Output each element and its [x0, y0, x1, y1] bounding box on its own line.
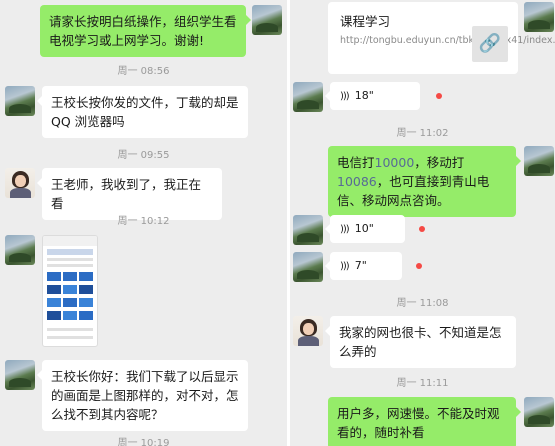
voice-message[interactable]: ))) 18": [325, 82, 420, 110]
avatar-contact[interactable]: [293, 316, 323, 346]
avatar-self[interactable]: [524, 2, 554, 32]
avatar-contact[interactable]: [5, 86, 35, 116]
timestamp: 周一 10:19: [117, 438, 170, 446]
screenshot-image-message[interactable]: [42, 235, 98, 347]
outgoing-message[interactable]: 请家长按明白纸操作，组织学生看电视学习或上网学习。谢谢!: [40, 5, 251, 57]
outgoing-message[interactable]: 用户多，网速慢。不能及时观看的，随时补看: [328, 397, 521, 446]
avatar-self[interactable]: [524, 146, 554, 176]
outgoing-message[interactable]: 电信打10000，移动打10086，也可直接到青山电信、移动网点咨询。: [328, 146, 521, 217]
voice-wave-icon: ))): [340, 261, 350, 272]
voice-wave-icon: ))): [340, 224, 350, 235]
voice-wave-icon: ))): [340, 91, 350, 102]
avatar-contact[interactable]: [5, 235, 35, 265]
message-text: 电信打: [337, 155, 375, 170]
voice-duration: 7": [354, 259, 367, 272]
phone-number-link[interactable]: 10086: [337, 174, 377, 189]
link-icon: 🔗: [472, 26, 508, 62]
avatar-contact[interactable]: [5, 360, 35, 390]
link-card-url: http://tongbu.eduyun.cn/tbkt/tbktxx41/in…: [340, 35, 555, 46]
timestamp: 周一 11:11: [396, 378, 449, 389]
timestamp: 周一 11:02: [396, 128, 449, 139]
timestamp: 周一 08:56: [117, 66, 170, 77]
voice-message[interactable]: ))) 7": [325, 252, 402, 280]
avatar-self[interactable]: [524, 397, 554, 427]
avatar-contact[interactable]: [5, 168, 35, 198]
unread-dot-icon: [419, 226, 425, 232]
incoming-message[interactable]: 王校长你好：我们下载了以后显示的画面是上图那样的，对不对，怎么找不到其内容呢？: [37, 360, 248, 431]
avatar-contact[interactable]: [293, 82, 323, 112]
right-chat-panel: 课程学习 http://tongbu.eduyun.cn/tbkt/tbktxx…: [290, 0, 555, 446]
timestamp: 周一 09:55: [117, 150, 170, 161]
phone-number-link[interactable]: 10000: [375, 155, 415, 170]
timestamp: 周一 11:08: [396, 298, 449, 309]
timestamp: 周一 10:12: [117, 216, 170, 227]
incoming-message[interactable]: 我家的网也很卡、不知道是怎么弄的: [325, 316, 516, 368]
voice-message[interactable]: ))) 10": [325, 215, 405, 243]
left-chat-panel: 请家长按明白纸操作，组织学生看电视学习或上网学习。谢谢! 周一 08:56 王校…: [0, 0, 287, 446]
avatar-contact[interactable]: [293, 215, 323, 245]
unread-dot-icon: [416, 263, 422, 269]
voice-duration: 10": [354, 222, 374, 235]
message-text: ，移动打: [414, 155, 465, 170]
voice-duration: 18": [354, 89, 374, 102]
incoming-message[interactable]: 王校长按你发的文件，丁载的却是QQ 浏览器吗: [37, 86, 248, 138]
unread-dot-icon: [436, 93, 442, 99]
link-card-message[interactable]: 课程学习 http://tongbu.eduyun.cn/tbkt/tbktxx…: [328, 2, 555, 74]
avatar-self[interactable]: [252, 5, 282, 35]
avatar-contact[interactable]: [293, 252, 323, 282]
